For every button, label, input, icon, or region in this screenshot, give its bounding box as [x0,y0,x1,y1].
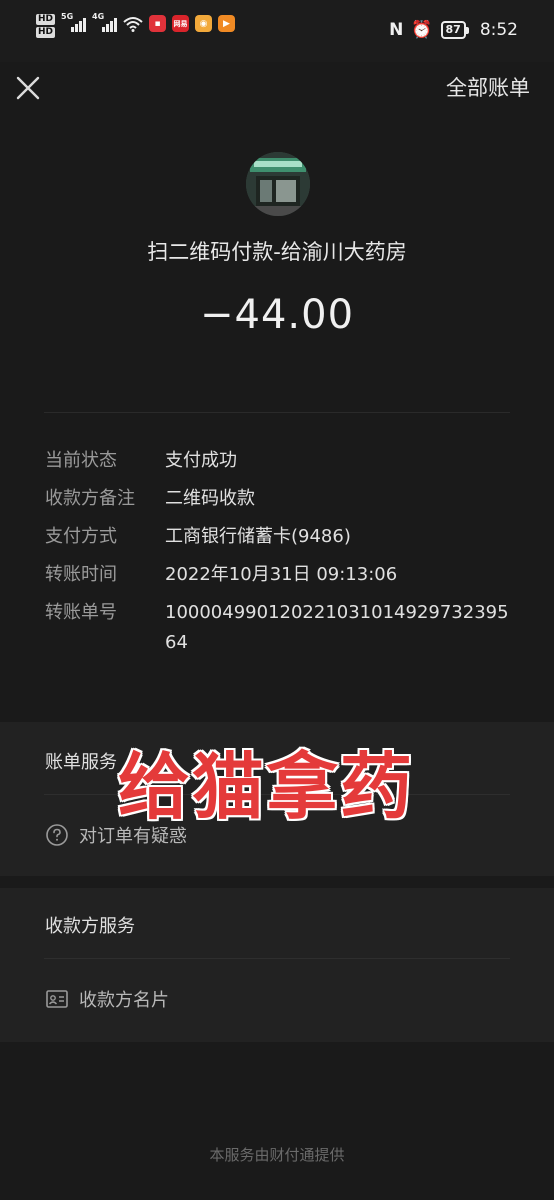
close-icon[interactable] [14,74,42,102]
video-app-icon: ▶ [218,15,236,32]
footer-note: 本服务由财付通提供 [209,1146,345,1164]
all-bills-link[interactable]: 全部账单 [446,72,530,102]
overlay-caption: 给猫拿药 [118,745,415,829]
detail-label: 当前状态 [45,450,117,471]
question-icon [46,824,68,846]
status-bar: HD HD 5G 4G ▪ 网易 ◉ ▶ N ⏰ 87 8:52 [0,0,554,62]
clock: 8:52 [479,20,518,40]
detail-row-order-number: 转账单号 100004990120221031014929732395 64 [45,598,515,658]
detail-row-time: 转账时间 2022年10月31日 09:13:06 [45,560,515,590]
payee-card-label: 收款方名片 [79,990,169,1011]
merchant-avatar [246,152,310,216]
signal-label: 4G [92,12,105,21]
weibo-icon: ◉ [195,15,213,32]
alarm-icon: ⏰ [411,20,433,40]
transaction-details: 当前状态 支付成功 收款方备注 二维码收款 支付方式 工商银行储蓄卡(9486)… [45,446,515,666]
battery-icon: 87 [440,21,470,39]
contact-card-icon [46,990,68,1008]
signal-label: 5G [61,12,74,21]
detail-label: 支付方式 [45,526,117,547]
status-left: HD HD 5G 4G ▪ 网易 ◉ ▶ [36,12,236,38]
detail-row-remark: 收款方备注 二维码收款 [45,484,515,514]
section-title: 收款方服务 [45,916,135,937]
detail-row-payment-method: 支付方式 工商银行储蓄卡(9486) [45,522,515,552]
detail-value: 100004990120221031014929732395 64 [165,602,509,653]
detail-value: 支付成功 [165,450,237,471]
divider [44,412,510,413]
detail-label: 收款方备注 [45,488,135,509]
detail-value: 工商银行储蓄卡(9486) [165,526,351,547]
section-title: 账单服务 [45,752,117,773]
netease-app-icon: 网易 [172,15,190,32]
signal-icon: 4G [92,12,118,32]
hd-badge: HD [36,14,56,25]
payee-service-section: 收款方服务 收款方名片 [0,888,554,1042]
detail-label: 转账时间 [45,564,117,585]
wifi-icon [123,17,143,32]
payee-card-item[interactable]: 收款方名片 [45,986,169,1012]
top-bar: 全部账单 [0,62,554,112]
message-app-icon: ▪ [149,15,167,32]
hd-indicators: HD HD [36,14,56,38]
hd-badge: HD [36,27,56,38]
signal-icon: 5G [61,12,87,32]
detail-value: 2022年10月31日 09:13:06 [165,564,398,585]
detail-label: 转账单号 [45,602,117,623]
payment-amount: −44.00 [199,292,355,338]
nfc-icon: N [389,20,404,40]
merchant-name: 扫二维码付款-给渝川大药房 [147,240,407,264]
detail-row-status: 当前状态 支付成功 [45,446,515,476]
detail-value: 二维码收款 [165,488,255,509]
divider [44,958,510,959]
status-right: N ⏰ 87 8:52 [389,20,518,40]
